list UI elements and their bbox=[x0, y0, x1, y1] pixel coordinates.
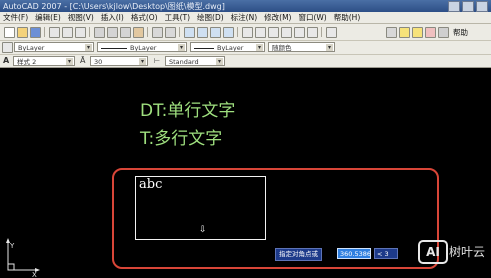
dt-annotation: DT:单行文字 bbox=[140, 101, 236, 121]
new-file-icon[interactable] bbox=[4, 27, 15, 38]
ucs-y-label: Y bbox=[9, 242, 15, 250]
tool-palettes-icon[interactable] bbox=[268, 27, 279, 38]
menu-insert[interactable]: 插入(I) bbox=[101, 12, 124, 23]
plot-preview-icon[interactable] bbox=[62, 27, 73, 38]
properties-icon[interactable] bbox=[242, 27, 253, 38]
ucs-x-label: X bbox=[32, 271, 37, 278]
text-height-dropdown[interactable]: 30 ▾ bbox=[90, 56, 148, 66]
pan-icon[interactable] bbox=[184, 27, 195, 38]
redo-icon[interactable] bbox=[165, 27, 176, 38]
menu-dimension[interactable]: 标注(N) bbox=[231, 12, 257, 23]
t-annotation: T:多行文字 bbox=[140, 129, 223, 149]
linetype-dropdown[interactable]: ByLayer ▾ bbox=[97, 42, 187, 52]
toolbar-help-label[interactable]: 帮助 bbox=[453, 27, 468, 38]
text-style-value: 样式 2 bbox=[17, 58, 37, 66]
watermark-logo: AI bbox=[418, 240, 448, 264]
toolbar-divider bbox=[147, 27, 148, 37]
publish-icon[interactable] bbox=[75, 27, 86, 38]
window-title: AutoCAD 2007 - [C:\Users\kjlow\Desktop\图… bbox=[3, 2, 225, 11]
chevron-down-icon: ▾ bbox=[216, 58, 223, 65]
menu-draw[interactable]: 绘图(D) bbox=[197, 12, 224, 23]
chevron-down-icon: ▾ bbox=[139, 58, 146, 65]
zoom-realtime-icon[interactable] bbox=[197, 27, 208, 38]
toolbar-divider bbox=[179, 27, 180, 37]
dim-style-value: Standard bbox=[169, 58, 199, 66]
watermark: AI 树叶云 bbox=[418, 236, 491, 278]
chevron-down-icon: ▾ bbox=[85, 44, 92, 51]
chevron-down-icon: ▾ bbox=[178, 44, 185, 51]
layer-dropdown-value: ByLayer bbox=[18, 44, 45, 52]
lineweight-dropdown-value: ByLayer bbox=[217, 44, 244, 52]
toolbar-divider bbox=[237, 27, 238, 37]
chevron-down-icon: ▾ bbox=[256, 44, 263, 51]
linetype-sample bbox=[101, 47, 127, 49]
dynamic-input-angle[interactable]: < 3 bbox=[374, 248, 398, 259]
cut-icon[interactable] bbox=[94, 27, 105, 38]
toolbar-divider bbox=[321, 27, 322, 37]
linetype-dropdown-value: ByLayer bbox=[130, 44, 157, 52]
minimize-button[interactable] bbox=[448, 1, 460, 12]
watermark-text: 树叶云 bbox=[449, 245, 486, 259]
dynamic-input-value[interactable]: 360.5386 bbox=[337, 248, 371, 259]
help-icon[interactable] bbox=[326, 27, 337, 38]
menu-edit[interactable]: 编辑(E) bbox=[35, 12, 61, 23]
menu-modify[interactable]: 修改(M) bbox=[264, 12, 291, 23]
layer-state-icon[interactable] bbox=[2, 42, 13, 53]
markup-icon[interactable] bbox=[294, 27, 305, 38]
lineweight-sample bbox=[194, 47, 214, 49]
dim-style-dropdown[interactable]: Standard ▾ bbox=[165, 56, 225, 66]
lightbulb-icon[interactable] bbox=[399, 27, 410, 38]
menu-format[interactable]: 格式(O) bbox=[131, 12, 158, 23]
lock-icon[interactable] bbox=[425, 27, 436, 38]
maximize-button[interactable] bbox=[462, 1, 474, 12]
open-folder-icon[interactable] bbox=[17, 27, 28, 38]
mtext-content: abc bbox=[139, 177, 163, 192]
dim-style-icon[interactable]: ⊢ bbox=[154, 57, 160, 65]
design-center-icon[interactable] bbox=[255, 27, 266, 38]
title-bar: AutoCAD 2007 - [C:\Users\kjlow\Desktop\图… bbox=[0, 0, 491, 12]
styles-toolbar: A 样式 2 ▾ Ā 30 ▾ ⊢ Standard ▾ bbox=[0, 55, 491, 68]
zoom-previous-icon[interactable] bbox=[223, 27, 234, 38]
crosshair-cursor-icon: ⇩ bbox=[199, 225, 207, 235]
layer-manager-icon[interactable] bbox=[386, 27, 397, 38]
layer-dropdown[interactable]: ByLayer ▾ bbox=[14, 42, 94, 52]
toolbar-divider bbox=[89, 27, 90, 37]
text-height-icon: Ā bbox=[80, 56, 86, 65]
zoom-window-icon[interactable] bbox=[210, 27, 221, 38]
menu-view[interactable]: 视图(V) bbox=[68, 12, 94, 23]
menu-file[interactable]: 文件(F) bbox=[3, 12, 28, 23]
sun-icon[interactable] bbox=[412, 27, 423, 38]
lineweight-dropdown[interactable]: ByLayer ▾ bbox=[190, 42, 265, 52]
color-dropdown[interactable]: 随颜色 ▾ bbox=[268, 42, 335, 52]
match-properties-icon[interactable] bbox=[133, 27, 144, 38]
text-height-value: 30 bbox=[94, 58, 103, 66]
ucs-icon: Y X bbox=[6, 238, 40, 278]
chevron-down-icon: ▾ bbox=[326, 44, 333, 51]
properties-toolbar: ByLayer ▾ ByLayer ▾ ByLayer ▾ 随颜色 ▾ bbox=[0, 41, 491, 55]
standard-toolbar: 帮助 bbox=[0, 24, 491, 41]
undo-icon[interactable] bbox=[152, 27, 163, 38]
text-style-dropdown[interactable]: 样式 2 ▾ bbox=[13, 56, 75, 66]
chevron-down-icon: ▾ bbox=[66, 58, 73, 65]
menu-window[interactable]: 窗口(W) bbox=[298, 12, 326, 23]
toolbar-divider bbox=[44, 27, 45, 37]
paste-icon[interactable] bbox=[120, 27, 131, 38]
dynamic-input-prompt: 指定对角点或 bbox=[275, 248, 322, 261]
save-icon[interactable] bbox=[30, 27, 41, 38]
calculator-icon[interactable] bbox=[307, 27, 318, 38]
menu-help[interactable]: 帮助(H) bbox=[334, 12, 361, 23]
print-icon[interactable] bbox=[49, 27, 60, 38]
menu-tools[interactable]: 工具(T) bbox=[165, 12, 190, 23]
text-style-icon[interactable]: A bbox=[3, 56, 9, 65]
color-dropdown-value: 随颜色 bbox=[272, 44, 292, 52]
close-button[interactable] bbox=[476, 1, 488, 12]
window-controls bbox=[448, 1, 488, 12]
sheet-set-icon[interactable] bbox=[281, 27, 292, 38]
menu-bar: 文件(F) 编辑(E) 视图(V) 插入(I) 格式(O) 工具(T) 绘图(D… bbox=[0, 12, 491, 24]
copy-icon[interactable] bbox=[107, 27, 118, 38]
color-swatch-icon[interactable] bbox=[438, 27, 449, 38]
